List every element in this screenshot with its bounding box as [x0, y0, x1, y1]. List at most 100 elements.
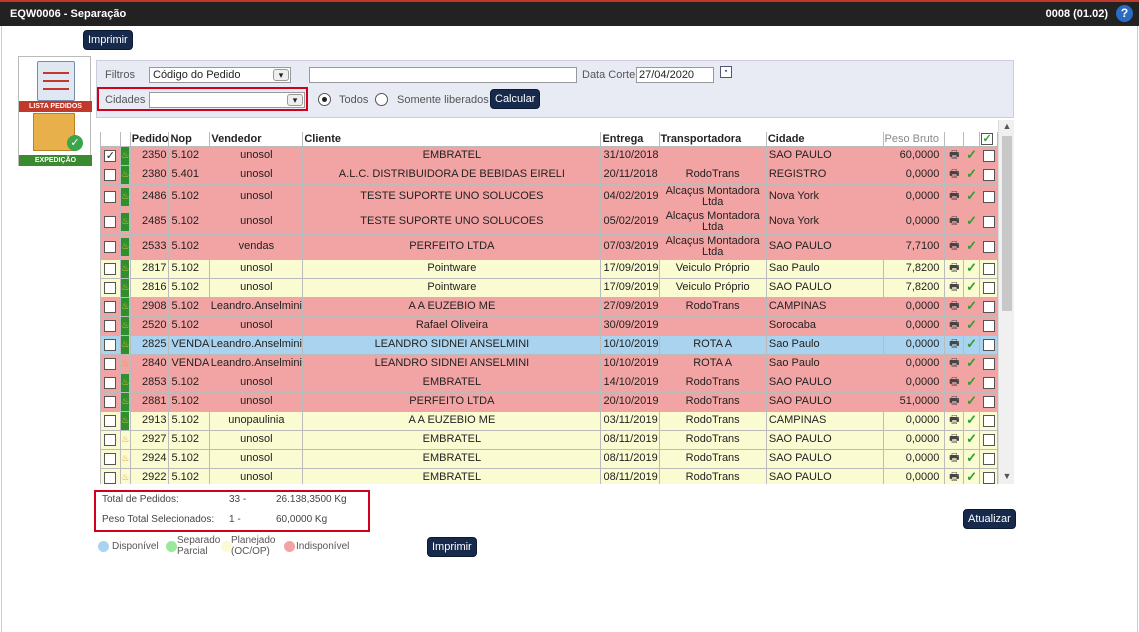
row-select-checkbox[interactable] — [982, 281, 995, 294]
table-row[interactable]: ♨ 2924 5.102 unosol EMBRATEL 08/11/2019 RodoTr… — [100, 448, 998, 469]
row-print-cell[interactable]: 🖶 — [944, 277, 965, 298]
check-icon[interactable]: ✓ — [966, 213, 977, 228]
col-vendedor[interactable]: Vendedor — [209, 132, 304, 147]
row-checkbox[interactable] — [104, 300, 117, 313]
row-print-cell[interactable]: 🖶 — [944, 183, 965, 210]
row-select-cell[interactable] — [979, 334, 998, 355]
row-checkbox-cell[interactable] — [100, 372, 121, 393]
check-icon[interactable]: ✓ — [966, 355, 977, 370]
row-print-cell[interactable]: 🖶 — [944, 448, 965, 469]
row-print-cell[interactable]: 🖶 — [944, 164, 965, 185]
row-select-checkbox[interactable] — [982, 357, 995, 370]
row-print-cell[interactable]: 🖶 — [944, 467, 965, 484]
row-checkbox-cell[interactable] — [100, 410, 121, 431]
row-print-cell[interactable]: 🖶 — [944, 391, 965, 412]
row-ok-cell[interactable]: ✓ — [963, 315, 981, 336]
row-select-cell[interactable] — [979, 258, 998, 279]
row-ok-cell[interactable]: ✓ — [963, 145, 981, 166]
row-ok-cell[interactable]: ✓ — [963, 448, 981, 469]
col-cliente[interactable]: Cliente — [302, 132, 602, 147]
row-checkbox[interactable] — [104, 240, 117, 253]
row-checkbox-cell[interactable] — [100, 353, 121, 374]
printer-icon[interactable]: 🖶 — [949, 262, 959, 274]
table-row[interactable]: ♨ 2927 5.102 unosol EMBRATEL 08/11/2019 RodoTr… — [100, 429, 998, 450]
check-icon[interactable]: ✓ — [966, 238, 977, 253]
check-icon[interactable]: ✓ — [966, 166, 977, 181]
row-ok-cell[interactable]: ✓ — [963, 391, 981, 412]
row-checkbox[interactable] — [104, 319, 117, 332]
table-row[interactable]: ♨ 2533 5.102 vendas PERFEITO LTDA 07/03/2019 A… — [100, 233, 998, 260]
row-checkbox-cell[interactable] — [100, 183, 121, 210]
data-corte-input[interactable]: 27/04/2020 — [636, 67, 714, 83]
row-checkbox[interactable] — [104, 395, 117, 408]
row-select-checkbox[interactable] — [982, 240, 995, 253]
check-icon[interactable]: ✓ — [966, 336, 977, 351]
row-ok-cell[interactable]: ✓ — [963, 183, 981, 210]
check-icon[interactable]: ✓ — [966, 431, 977, 446]
table-row[interactable]: ♨ 2840 VENDA Leandro.Anselmini LEANDRO SIDNE… — [100, 353, 998, 374]
row-select-checkbox[interactable] — [982, 190, 995, 203]
col-peso-bruto[interactable]: Peso Bruto — [882, 132, 946, 147]
printer-icon[interactable]: 🖶 — [949, 376, 959, 388]
printer-icon[interactable]: 🖶 — [949, 319, 959, 331]
row-checkbox[interactable] — [104, 471, 117, 484]
row-select-checkbox[interactable] — [982, 452, 995, 465]
top-print-button[interactable]: Imprimir — [83, 30, 133, 50]
table-row[interactable]: ♨ 2913 5.102 unopaulinia A A EUZEBIO ME 03/11… — [100, 410, 998, 431]
table-row[interactable]: ♨ 2922 5.102 unosol EMBRATEL 08/11/2019 RodoTr… — [100, 467, 998, 484]
row-checkbox-cell[interactable] — [100, 208, 121, 235]
row-print-cell[interactable]: 🖶 — [944, 429, 965, 450]
row-select-checkbox[interactable] — [982, 414, 995, 427]
row-select-checkbox[interactable] — [982, 471, 995, 484]
row-select-checkbox[interactable] — [982, 149, 995, 162]
row-checkbox-cell[interactable] — [100, 315, 121, 336]
row-select-checkbox[interactable] — [982, 395, 995, 408]
printer-icon[interactable]: 🖶 — [949, 168, 959, 180]
table-row[interactable]: ♨ 2817 5.102 unosol Pointware 17/09/2019 Veicu… — [100, 258, 998, 279]
row-checkbox-cell[interactable] — [100, 164, 121, 185]
check-icon[interactable]: ✓ — [966, 298, 977, 313]
row-ok-cell[interactable]: ✓ — [963, 258, 981, 279]
table-row[interactable]: ♨ 2908 5.102 Leandro.Anselmini A A EUZEBIO M… — [100, 296, 998, 317]
check-icon[interactable]: ✓ — [966, 260, 977, 275]
row-ok-cell[interactable]: ✓ — [963, 277, 981, 298]
row-ok-cell[interactable]: ✓ — [963, 334, 981, 355]
row-checkbox-cell[interactable] — [100, 233, 121, 260]
check-icon[interactable]: ✓ — [966, 450, 977, 465]
row-select-checkbox[interactable] — [982, 168, 995, 181]
printer-icon[interactable]: 🖶 — [949, 240, 959, 252]
row-ok-cell[interactable]: ✓ — [963, 410, 981, 431]
calendar-icon[interactable]: ▪ — [720, 66, 732, 78]
atualizar-button[interactable]: Atualizar — [963, 509, 1016, 529]
table-row[interactable]: ✓ ♨ 2350 5.102 unosol EMBRATEL 31/10/2018 SAO P… — [100, 145, 998, 166]
check-icon[interactable]: ✓ — [966, 412, 977, 427]
row-print-cell[interactable]: 🖶 — [944, 315, 965, 336]
row-ok-cell[interactable]: ✓ — [963, 372, 981, 393]
row-select-checkbox[interactable] — [982, 338, 995, 351]
row-print-cell[interactable]: 🖶 — [944, 296, 965, 317]
row-select-cell[interactable] — [979, 315, 998, 336]
row-print-cell[interactable]: 🖶 — [944, 353, 965, 374]
row-select-cell[interactable] — [979, 208, 998, 235]
printer-icon[interactable]: 🖶 — [949, 414, 959, 426]
row-checkbox-cell[interactable]: ✓ — [100, 145, 121, 166]
printer-icon[interactable]: 🖶 — [949, 281, 959, 293]
radio-todos[interactable] — [318, 93, 331, 106]
row-select-cell[interactable] — [979, 467, 998, 484]
check-icon[interactable]: ✓ — [966, 393, 977, 408]
row-checkbox[interactable]: ✓ — [104, 149, 117, 162]
row-checkbox-cell[interactable] — [100, 429, 121, 450]
col-transportadora[interactable]: Transportadora — [658, 132, 767, 147]
row-select-cell[interactable] — [979, 448, 998, 469]
table-row[interactable]: ♨ 2853 5.102 unosol EMBRATEL 14/10/2019 RodoTr… — [100, 372, 998, 393]
printer-icon[interactable]: 🖶 — [949, 190, 959, 202]
scroll-up-icon[interactable]: ▲ — [999, 121, 1015, 131]
row-select-cell[interactable] — [979, 233, 998, 260]
table-row[interactable]: ♨ 2816 5.102 unosol Pointware 17/09/2019 Veicu… — [100, 277, 998, 298]
row-ok-cell[interactable]: ✓ — [963, 164, 981, 185]
row-ok-cell[interactable]: ✓ — [963, 208, 981, 235]
calcular-button[interactable]: Calcular — [490, 89, 541, 109]
grid-scrollbar[interactable]: ▲ ▼ — [998, 120, 1014, 484]
table-row[interactable]: ♨ 2520 5.102 unosol Rafael Oliveira 30/09/201… — [100, 315, 998, 336]
printer-icon[interactable]: 🖶 — [949, 452, 959, 464]
